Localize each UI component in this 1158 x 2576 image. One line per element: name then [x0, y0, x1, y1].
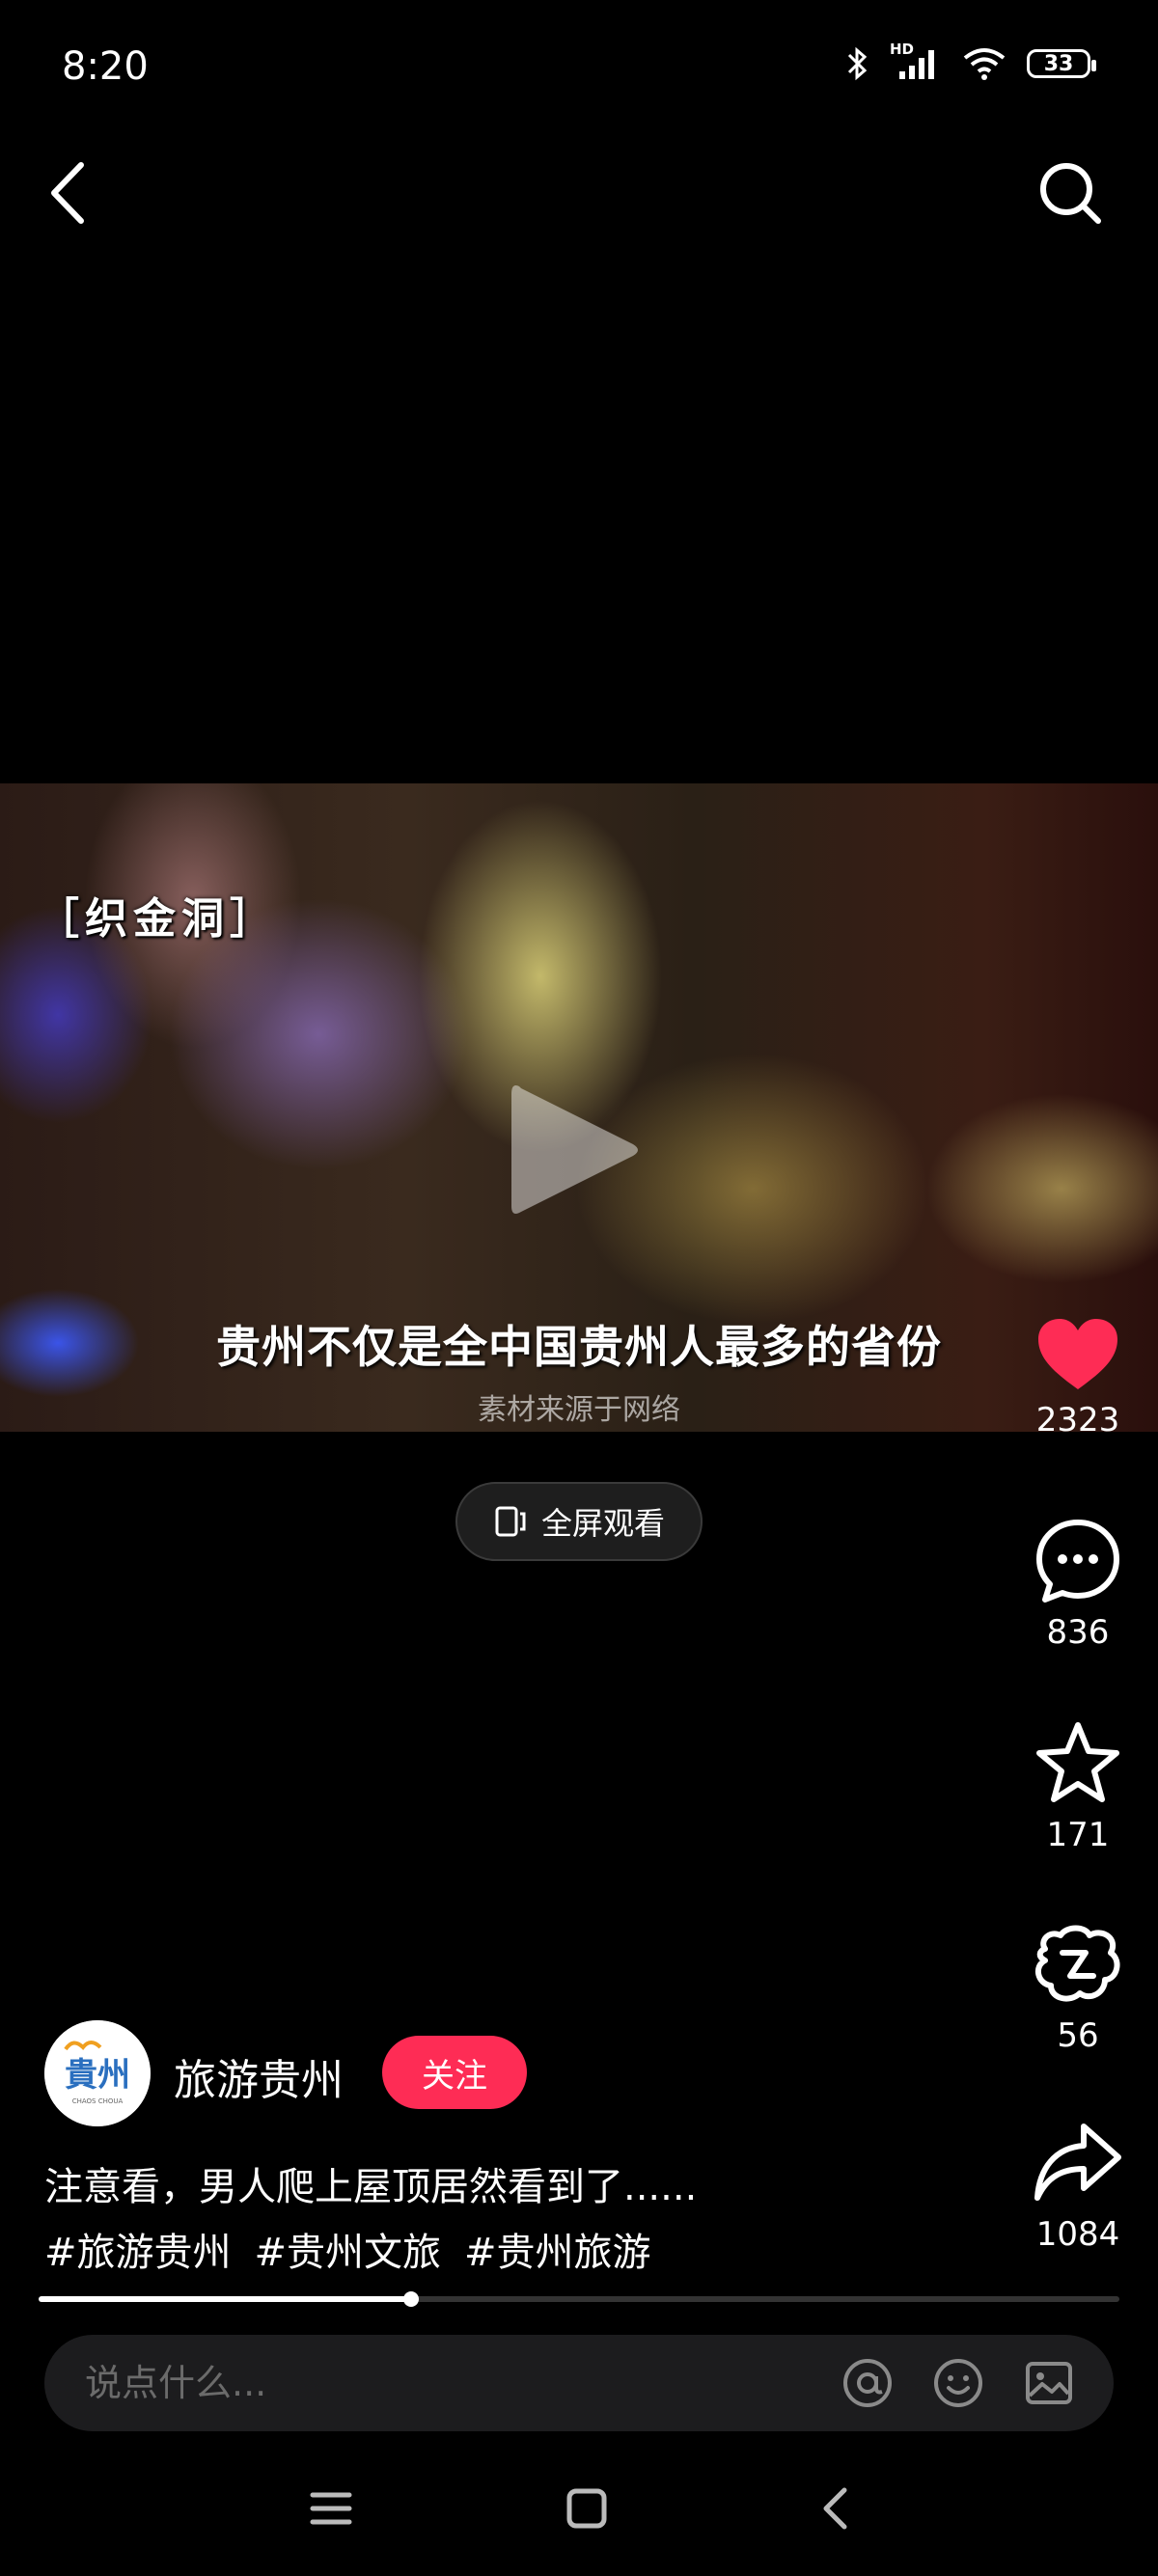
- battery-icon: 33: [1027, 49, 1096, 78]
- back-chevron-icon[interactable]: [820, 2486, 849, 2531]
- bluetooth-icon: [847, 46, 868, 81]
- wifi-icon: [963, 48, 1006, 80]
- heart-icon: [1038, 1319, 1117, 1389]
- search-button[interactable]: [1036, 159, 1104, 227]
- video-caption[interactable]: 注意看，男人爬上屋顶居然看到了......: [44, 2155, 697, 2211]
- author-name[interactable]: 旅游贵州: [174, 2045, 344, 2107]
- chevron-left-icon: [51, 162, 84, 224]
- comment-button[interactable]: 836: [1015, 1517, 1141, 1652]
- author-avatar[interactable]: 貴州 CHAOS CHOUA: [44, 2020, 151, 2126]
- like-count: 2323: [1035, 1401, 1120, 1439]
- play-icon[interactable]: [502, 1073, 647, 1227]
- hashtag-list: #旅游贵州 #贵州文旅 #贵州旅游: [44, 2221, 651, 2277]
- avatar-logo-icon: 貴州 CHAOS CHOUA: [44, 2020, 151, 2126]
- hashtag[interactable]: #贵州旅游: [464, 2221, 651, 2277]
- fullscreen-button[interactable]: 全屏观看: [455, 1482, 703, 1561]
- collab-icon: [1034, 1925, 1120, 2002]
- status-icons: HD 33: [845, 41, 1096, 83]
- at-icon[interactable]: [841, 2357, 894, 2409]
- menu-icon[interactable]: [309, 2489, 353, 2528]
- collab-count: 56: [1057, 2016, 1099, 2055]
- emoji-icon[interactable]: [932, 2357, 984, 2409]
- progress-fill: [39, 2296, 412, 2302]
- fullscreen-label: 全屏观看: [540, 1505, 665, 1542]
- avatar-subtext: CHAOS CHOUA: [72, 2097, 124, 2105]
- video-subtitle: 贵州不仅是全中国贵州人最多的省份: [216, 1321, 942, 1373]
- share-count: 1084: [1035, 2215, 1120, 2254]
- hashtag[interactable]: #旅游贵州: [44, 2221, 232, 2277]
- comment-input[interactable]: [83, 2361, 841, 2405]
- search-icon: [1040, 163, 1101, 224]
- battery-level: 33: [1043, 51, 1074, 76]
- follow-button[interactable]: 关注: [382, 2036, 527, 2109]
- video-source-note: 素材来源于网络: [478, 1393, 680, 1427]
- favorite-button[interactable]: 171: [1015, 1719, 1141, 1854]
- comment-bar: [44, 2335, 1114, 2431]
- signal-icon: HD: [890, 41, 942, 81]
- status-time: 8:20: [62, 44, 149, 89]
- video-player[interactable]: ［织金洞］ 贵州不仅是全中国贵州人最多的省份 素材来源于网络: [0, 783, 1158, 1432]
- image-icon[interactable]: [1023, 2357, 1075, 2409]
- system-navigation: [0, 2470, 1158, 2547]
- avatar-text: 貴州: [65, 2056, 130, 2095]
- comment-count: 836: [1046, 1613, 1110, 1652]
- like-button[interactable]: 2323: [1015, 1316, 1141, 1439]
- favorite-count: 171: [1046, 1816, 1110, 1854]
- fullscreen-rotate-icon: [495, 1506, 526, 1537]
- star-icon: [1036, 1722, 1119, 1802]
- back-button[interactable]: [46, 159, 89, 227]
- share-button[interactable]: 1084: [1015, 2119, 1141, 2254]
- comment-icon: [1036, 1520, 1119, 1603]
- home-square-icon[interactable]: [565, 2487, 608, 2530]
- hashtag[interactable]: #贵州文旅: [255, 2221, 442, 2277]
- progress-bar[interactable]: [39, 2291, 1119, 2307]
- share-icon: [1034, 2124, 1121, 2201]
- video-overlay-title: ［织金洞］: [37, 894, 278, 944]
- progress-handle[interactable]: [403, 2291, 420, 2307]
- collab-button[interactable]: 56: [1015, 1920, 1141, 2055]
